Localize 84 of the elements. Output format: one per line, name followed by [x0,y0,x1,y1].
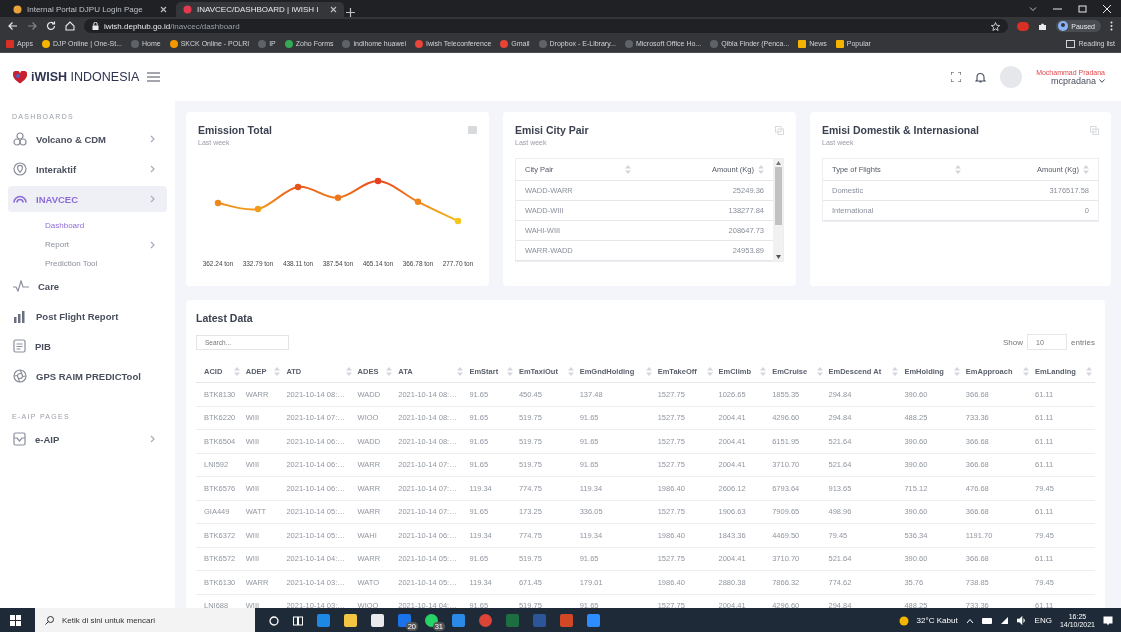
entries-label: entries [1071,337,1095,347]
star-icon[interactable] [991,21,1001,31]
heart-logo-icon [13,70,27,84]
sort-icon [706,366,713,376]
chevron-right-icon [150,195,155,203]
speaker-icon[interactable] [1016,616,1027,625]
submenu-item[interactable]: Prediction Tool [8,254,175,273]
sort-icon [274,366,281,376]
fullscreen-icon[interactable] [951,72,962,82]
submenu-item[interactable]: Report [8,235,175,254]
inbox-icon [13,432,26,446]
card-title: Latest Data [196,312,253,324]
cluster-icon [13,132,27,146]
bar-chart-icon [13,309,27,323]
sidebar-item[interactable]: PIB [8,333,167,359]
chevron-right-icon [150,165,155,173]
language-indicator[interactable]: ENG [1034,616,1052,625]
sort-icon [816,366,823,376]
chevron-right-icon [150,240,155,249]
sort-icon [506,366,513,376]
notifications-icon[interactable] [1103,615,1113,626]
card-title: Emisi City Pair [515,124,589,136]
more-icon[interactable] [1110,21,1113,31]
chevron-down-icon[interactable] [1029,4,1037,13]
sort-icon [625,165,632,174]
sidebar-item[interactable]: INAVCEC [8,186,167,212]
chevron-right-icon [150,135,155,143]
chevron-right-icon [150,435,155,443]
sidebar-item[interactable]: Care [8,273,167,299]
submenu-item[interactable]: Dashboard [8,216,175,235]
caret-icon[interactable] [1099,78,1105,83]
sort-icon [1023,366,1030,376]
show-label: Show [1002,337,1023,347]
pulse-icon [13,280,29,292]
notification-icon[interactable] [975,71,987,83]
sidebar-item[interactable]: GPS RAIM PREDICTool [8,363,167,389]
weather-text[interactable]: 32°C Kabut [916,616,958,625]
sort-icon [758,165,764,174]
location-pin-icon [13,162,27,176]
weather-icon [898,615,909,626]
close-icon[interactable] [160,6,167,13]
address-bar[interactable]: iwish.dephub.go.id/inavcec/dashboard [84,19,1009,33]
app-title: iWISH INDONESIA [31,70,140,84]
maximize-icon[interactable] [1078,4,1087,13]
forward-arrow-icon[interactable] [27,21,37,31]
sort-icon [892,366,899,376]
signal-icon [13,195,27,203]
plus-icon[interactable] [346,8,355,17]
sort-icon [955,165,962,174]
back-arrow-icon[interactable] [8,21,18,31]
sidebar-item[interactable]: Volcano & CDM [8,126,167,152]
scrollbar[interactable] [773,159,783,261]
username[interactable]: mcpradana [1050,75,1096,86]
chevron-up-icon[interactable] [965,617,974,624]
windows-icon[interactable] [10,615,21,626]
browser-tab[interactable]: Internal Portal DJPU Login Page [6,2,174,17]
sort-icon [345,366,352,376]
sort-icon [953,366,960,376]
search-icon [45,616,54,625]
card-title: Emission Total [198,124,272,136]
sidebar-item[interactable]: Post Flight Report [8,303,167,329]
sort-icon [1086,366,1092,376]
circle-icon[interactable] [269,615,279,626]
sidebar-item[interactable]: Interaktif [8,156,167,182]
browser-tab[interactable]: INAVCEC/DASHBOARD | iWISH I [176,2,344,17]
search-field[interactable]: Ketik di sini untuk mencari [35,608,255,632]
lock-icon [92,22,99,30]
aperture-icon [13,369,27,383]
sort-icon [457,366,464,376]
scroll-down-icon [775,255,781,259]
sort-icon [567,366,574,376]
sort-icon [645,366,652,376]
sort-icon [760,366,767,376]
task-view-icon[interactable] [293,615,303,626]
home-icon[interactable] [65,21,75,31]
sort-icon [1083,165,1089,174]
card-title: Emisi Domestik & Internasional [822,124,979,136]
sort-icon [233,366,240,376]
sidebar-item[interactable]: e-AIP [8,426,167,452]
sort-icon [386,366,393,376]
avatar-icon [1058,21,1069,31]
scroll-up-icon [775,161,781,165]
close-icon[interactable] [330,6,337,13]
reload-icon[interactable] [46,21,56,31]
